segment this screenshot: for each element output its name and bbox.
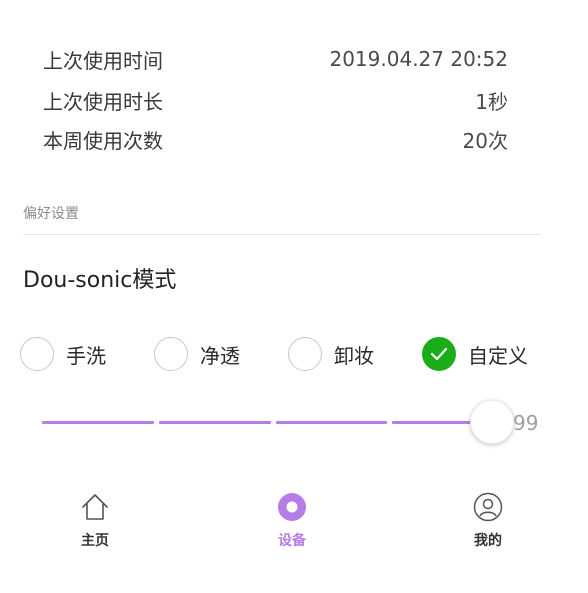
stat-value: 2019.04.27 20:52 [329, 47, 508, 71]
stat-label: 上次使用时长 [43, 89, 163, 114]
slider-track-segment [42, 421, 154, 424]
stat-label: 上次使用时间 [43, 48, 163, 73]
tab-label: 我的 [474, 533, 502, 549]
radio-unchecked-icon [154, 337, 188, 371]
intensity-slider[interactable] [42, 400, 514, 446]
slider-track-segment [159, 421, 271, 424]
tab-label: 设备 [278, 533, 306, 549]
mode-option-label: 净透 [200, 343, 240, 368]
radio-unchecked-icon [20, 337, 54, 371]
checkmark-icon [430, 347, 448, 361]
tab-device[interactable]: 设备 [242, 490, 342, 550]
home-icon [78, 490, 112, 524]
mode-option-label: 手洗 [66, 343, 106, 368]
stat-value: 20次 [462, 128, 508, 153]
profile-icon [471, 490, 505, 524]
mode-option-makeup-removal[interactable]: 卸妆 [288, 336, 374, 372]
mode-title: Dou-sonic模式 [23, 268, 177, 293]
slider-thumb[interactable] [470, 400, 514, 444]
bottom-tab-bar: 主页 设备 我的 [0, 490, 588, 570]
slider-value: 99 [513, 411, 539, 435]
stat-row-last-use-duration: 上次使用时长 1秒 [43, 85, 508, 115]
stat-label: 本周使用次数 [43, 128, 163, 153]
mode-option-hand-wash[interactable]: 手洗 [20, 336, 106, 372]
device-icon [275, 490, 309, 524]
slider-track-segment [276, 421, 387, 424]
stat-row-last-use-time: 上次使用时间 2019.04.27 20:52 [43, 44, 508, 74]
section-label-preferences: 偏好设置 [23, 206, 79, 222]
section-divider [23, 234, 540, 235]
stat-value: 1秒 [475, 89, 508, 114]
tab-home[interactable]: 主页 [45, 490, 145, 550]
tab-profile[interactable]: 我的 [438, 490, 538, 550]
tab-label: 主页 [81, 533, 109, 549]
mode-option-deep-clean[interactable]: 净透 [154, 336, 240, 372]
radio-checked-icon [422, 337, 456, 371]
mode-option-label: 卸妆 [334, 343, 374, 368]
mode-option-label: 自定义 [468, 343, 528, 368]
mode-option-custom[interactable]: 自定义 [422, 336, 528, 372]
radio-unchecked-icon [288, 337, 322, 371]
stat-row-weekly-count: 本周使用次数 20次 [43, 124, 508, 154]
